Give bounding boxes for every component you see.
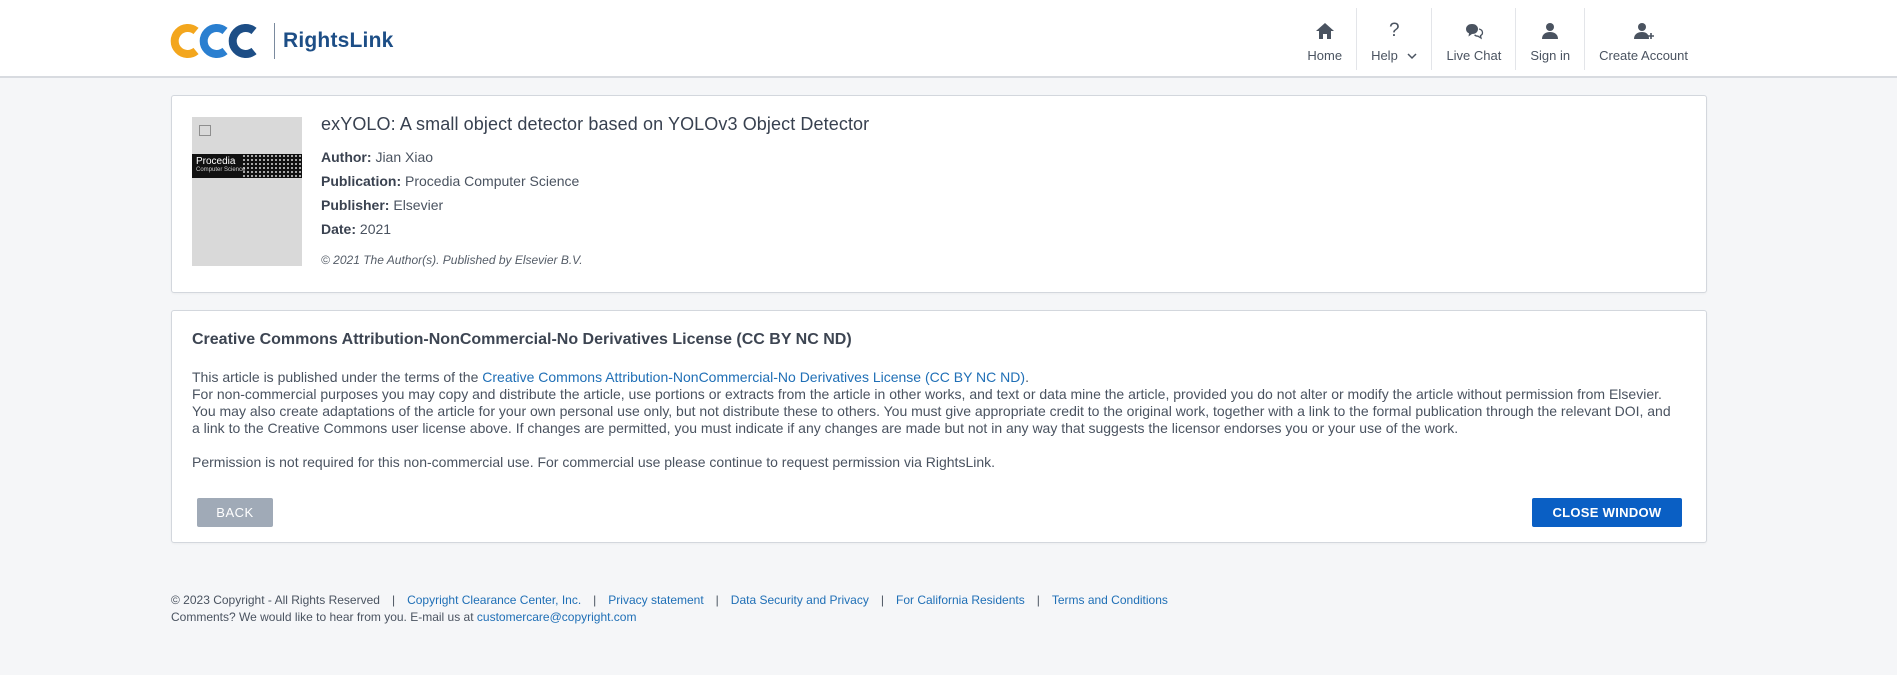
author-value: Jian Xiao <box>375 149 434 165</box>
logo-divider <box>274 23 275 59</box>
help-glyph: ? <box>1388 20 1400 41</box>
journal-cover-image: Procedia Computer Science <box>192 117 302 266</box>
article-card: Procedia Computer Science exYOLO: A smal… <box>171 95 1707 293</box>
brand-name: RightsLink <box>283 29 394 52</box>
footer-comments-row: Comments? We would like to hear from you… <box>171 609 1168 626</box>
license-title: Creative Commons Attribution-NonCommerci… <box>192 331 852 348</box>
footer-email-link[interactable]: customercare@copyright.com <box>477 610 637 624</box>
nav-live-chat[interactable]: Live Chat <box>1432 8 1517 70</box>
user-icon <box>1540 20 1560 42</box>
date-row: Date: 2021 <box>321 221 392 237</box>
ccc-logo-icon <box>170 23 262 59</box>
cover-title: Procedia <box>196 156 236 167</box>
cover-subtitle: Computer Science <box>196 167 246 173</box>
back-button[interactable]: BACK <box>197 498 273 527</box>
nav-help[interactable]: ? Help <box>1357 8 1433 70</box>
chat-icon <box>1464 20 1484 42</box>
home-icon <box>1315 20 1335 42</box>
nav-home-label: Home <box>1307 48 1343 63</box>
footer-links-row: © 2023 Copyright - All Rights Reserved | C… <box>171 593 1168 607</box>
footer-link-terms[interactable]: Terms and Conditions <box>1052 593 1168 607</box>
date-value: 2021 <box>359 221 392 237</box>
close-window-button[interactable]: CLOSE WINDOW <box>1532 498 1682 527</box>
footer-link-privacy[interactable]: Privacy statement <box>608 593 703 607</box>
nav-create-account[interactable]: Create Account <box>1585 8 1897 70</box>
nav-home[interactable]: Home <box>1293 8 1358 70</box>
cover-band: Procedia Computer Science <box>192 154 302 178</box>
publication-value: Procedia Computer Science <box>405 173 580 189</box>
footer-comments: Comments? We would like to hear from you… <box>171 610 477 624</box>
elsevier-tree-icon <box>199 125 211 136</box>
nav-sign-in[interactable]: Sign in <box>1516 8 1586 70</box>
chevron-down-icon <box>1407 53 1417 60</box>
site-footer: © 2023 Copyright - All Rights Reserved | C… <box>171 592 1168 626</box>
footer-link-ccc[interactable]: Copyright Clearance Center, Inc. <box>407 593 581 607</box>
license-link[interactable]: Creative Commons Attribution-NonCommerci… <box>482 369 1025 385</box>
article-title: exYOLO: A small object detector based on… <box>321 114 870 134</box>
add-user-icon <box>1633 20 1655 42</box>
nav-live-chat-label: Live Chat <box>1446 48 1502 63</box>
nav-create-account-label: Create Account <box>1599 48 1688 63</box>
license-terms: For non-commercial purposes you may copy… <box>192 386 1671 436</box>
nav-sign-in-label: Sign in <box>1530 48 1571 63</box>
footer-link-data-security[interactable]: Data Security and Privacy <box>731 593 869 607</box>
footer-copyright: © 2023 Copyright - All Rights Reserved <box>171 593 380 607</box>
publication-row: Publication: Procedia Computer Science <box>321 173 580 189</box>
license-body: This article is published under the term… <box>192 369 1682 471</box>
license-card: Creative Commons Attribution-NonCommerci… <box>171 310 1707 543</box>
article-meta: Author: Jian Xiao Publication: Procedia … <box>321 145 869 241</box>
help-icon: ? <box>1389 20 1400 42</box>
top-nav: Home ? Help Live Chat Sign in Create Acc… <box>1293 8 1897 70</box>
nav-help-label: Help <box>1371 48 1417 63</box>
site-header: RightsLink Home ? Help Live Chat Sign in… <box>0 0 1897 78</box>
footer-link-california[interactable]: For California Residents <box>896 593 1025 607</box>
article-copyright: © 2021 The Author(s). Published by Elsev… <box>321 253 583 267</box>
author-row: Author: Jian Xiao <box>321 149 434 165</box>
rightslink-logo[interactable]: RightsLink <box>170 22 394 60</box>
publisher-row: Publisher: Elsevier <box>321 197 444 213</box>
permission-note: Permission is not required for this non-… <box>192 454 996 470</box>
publisher-value: Elsevier <box>393 197 444 213</box>
license-text: This article is published under the term… <box>192 369 1671 436</box>
cover-dots-pattern <box>242 154 302 178</box>
article-details: exYOLO: A small object detector based on… <box>321 114 869 267</box>
